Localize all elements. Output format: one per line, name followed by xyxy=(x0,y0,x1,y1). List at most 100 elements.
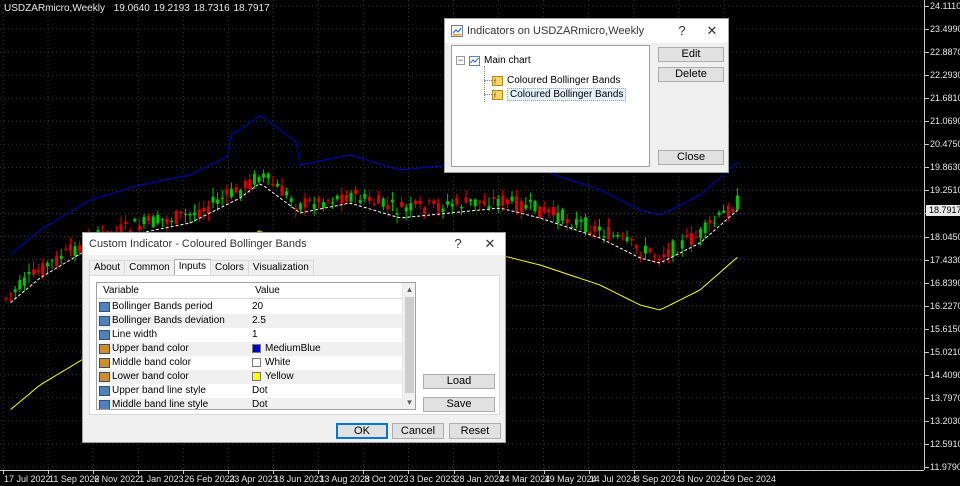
close-icon[interactable]: ✕ xyxy=(697,19,727,43)
close-button[interactable]: Close xyxy=(658,150,724,165)
price-tick xyxy=(925,467,929,468)
tab-common[interactable]: Common xyxy=(124,260,175,275)
input-row[interactable]: Middle band color White xyxy=(97,356,403,370)
scroll-up-icon[interactable]: ▲ xyxy=(403,283,415,296)
input-row[interactable]: Bollinger Bands deviation 2.5 xyxy=(97,314,403,328)
help-icon[interactable]: ? xyxy=(443,233,473,255)
candle-body xyxy=(55,255,59,267)
input-value-cell[interactable]: Yellow xyxy=(252,371,294,382)
input-value-cell[interactable]: 2.5 xyxy=(252,315,266,326)
input-row[interactable]: Bollinger Bands period 20 xyxy=(97,300,403,314)
tab-bar: About Common Inputs Colors Visualization xyxy=(89,259,314,275)
input-value-cell[interactable]: White xyxy=(252,357,291,368)
candle-body xyxy=(59,255,63,259)
candle-body xyxy=(50,260,54,262)
indicators-tree[interactable]: − Main chart f Coloured Bollinger Bands … xyxy=(451,45,650,167)
candle-body xyxy=(579,219,583,222)
custom-indicator-titlebar[interactable]: Custom Indicator - Coloured Bollinger Ba… xyxy=(83,233,505,255)
input-value-cell[interactable]: MediumBlue xyxy=(252,343,321,354)
input-name: Lower band color xyxy=(112,371,189,382)
input-row[interactable]: Upper band color MediumBlue xyxy=(97,342,403,356)
price-axis[interactable]: 24.1110 23.4990 22.8870 22.2930 21.6810 21.06… xyxy=(924,0,960,472)
time-label: 29 Dec 2024 xyxy=(724,474,776,484)
price-tick xyxy=(925,167,929,169)
save-button[interactable]: Save xyxy=(423,397,495,412)
candle-body xyxy=(501,195,505,206)
time-axis[interactable]: 17 Jul 2022 11 Sep 2022 6 Nov 2022 1 Jan 20… xyxy=(0,470,924,486)
candle-body xyxy=(349,192,353,202)
input-row[interactable]: Line width 1 xyxy=(97,328,403,342)
input-value-cell[interactable]: 1 xyxy=(252,329,258,340)
column-variable[interactable]: Variable xyxy=(103,285,139,296)
tree-item-indicator-1-label: Coloured Bollinger Bands xyxy=(507,75,621,86)
ok-button[interactable]: OK xyxy=(336,423,388,439)
help-icon[interactable]: ? xyxy=(667,19,697,43)
input-row[interactable]: Lower band color Yellow xyxy=(97,370,403,384)
input-value-cell[interactable]: Dot xyxy=(252,399,268,409)
svg-text:f: f xyxy=(494,79,496,86)
tree-collapse-icon[interactable]: − xyxy=(456,56,465,65)
enum-icon xyxy=(99,400,110,409)
candle-body xyxy=(584,217,588,233)
candle-body xyxy=(312,204,316,209)
time-label: 13 Aug 2023 xyxy=(319,474,370,484)
scrollbar-thumb[interactable] xyxy=(405,297,414,393)
price-tick xyxy=(925,374,929,376)
inputs-scrollbar[interactable]: ▲ ▼ xyxy=(402,283,415,409)
indicator-icon: f xyxy=(492,75,503,86)
time-label: 24 Mar 2024 xyxy=(499,474,551,484)
color-swatch xyxy=(252,358,261,367)
load-button[interactable]: Load xyxy=(423,374,495,389)
inputs-table-header: Variable Value xyxy=(97,283,403,299)
inputs-panel: Variable Value Bollinger Bands period 20 B… xyxy=(89,275,500,415)
candle-body xyxy=(262,173,266,178)
candle-body xyxy=(611,235,615,237)
candle-body xyxy=(64,248,68,251)
tree-item-indicator-2[interactable]: f Coloured Bollinger Bands xyxy=(492,88,627,101)
tab-colors[interactable]: Colors xyxy=(209,260,249,275)
input-name: Upper band line style xyxy=(112,385,206,396)
delete-button[interactable]: Delete xyxy=(658,67,724,82)
candle-body xyxy=(565,219,569,224)
tab-visualization[interactable]: Visualization xyxy=(247,260,314,275)
price-label: 17.4330 xyxy=(930,254,960,265)
edit-button[interactable]: Edit xyxy=(658,47,724,62)
price-label: 19.8630 xyxy=(930,162,960,173)
candle-body xyxy=(519,201,523,213)
candle-body xyxy=(133,219,137,222)
tree-item-main-chart[interactable]: Main chart xyxy=(469,54,531,67)
tab-inputs[interactable]: Inputs xyxy=(173,259,211,275)
inputs-table[interactable]: Variable Value Bollinger Bands period 20 B… xyxy=(96,282,416,410)
candle-body xyxy=(593,225,597,232)
input-row[interactable]: Middle band line style Dot xyxy=(97,398,403,409)
candle-body xyxy=(441,208,445,212)
candle-body xyxy=(225,189,229,195)
tree-line xyxy=(484,80,492,81)
price-tick xyxy=(925,190,929,192)
input-value-cell[interactable]: Dot xyxy=(252,385,268,396)
candle-body xyxy=(685,235,689,237)
close-icon[interactable]: ✕ xyxy=(475,233,505,255)
scroll-down-icon[interactable]: ▼ xyxy=(403,396,415,409)
candle-body xyxy=(717,212,721,216)
candle-body xyxy=(257,176,261,183)
reset-button[interactable]: Reset xyxy=(449,423,501,439)
candle-body xyxy=(22,277,26,286)
tab-about[interactable]: About xyxy=(89,260,126,275)
tree-item-indicator-1[interactable]: f Coloured Bollinger Bands xyxy=(492,74,620,87)
input-value-cell[interactable]: 20 xyxy=(252,301,263,312)
price-tick xyxy=(925,351,929,353)
candle-body xyxy=(206,206,210,214)
candle-body xyxy=(170,220,174,223)
column-value[interactable]: Value xyxy=(255,285,280,296)
indicators-window-titlebar[interactable]: Indicators on USDZARmicro,Weekly ? ✕ xyxy=(445,19,728,43)
candle-body xyxy=(73,246,77,257)
indicators-window-icon xyxy=(451,25,463,37)
candle-body xyxy=(179,211,183,214)
input-row[interactable]: Upper band line style Dot xyxy=(97,384,403,398)
cancel-button[interactable]: Cancel xyxy=(392,423,444,439)
candle-body xyxy=(464,197,468,203)
price-tick xyxy=(925,397,929,399)
candle-body xyxy=(482,200,486,205)
candle-body xyxy=(680,240,684,249)
